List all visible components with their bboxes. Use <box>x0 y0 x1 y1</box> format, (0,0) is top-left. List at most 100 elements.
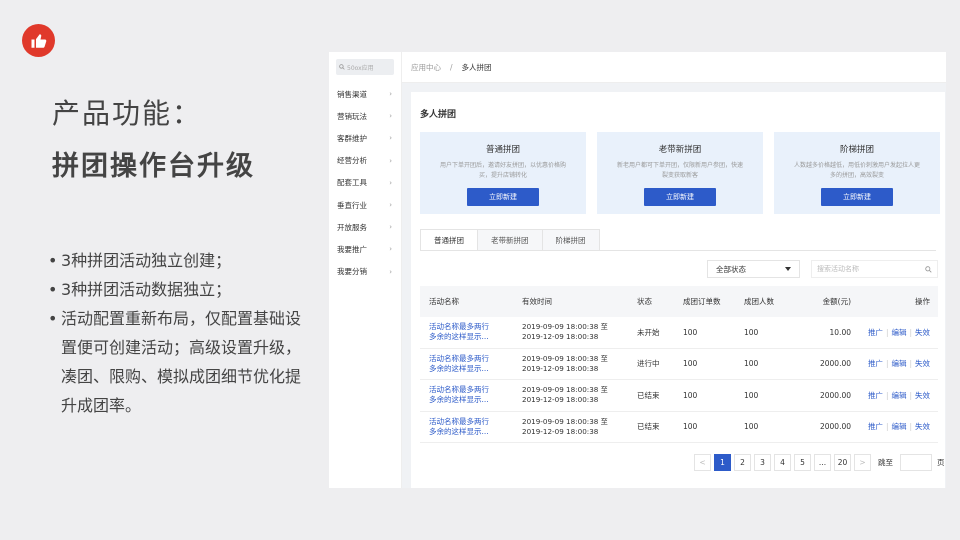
people-cell: 100 <box>744 327 759 337</box>
activity-name-line1: 活动名称最多两行 <box>429 353 489 363</box>
sidebar-item-open-services[interactable]: 开放服务 › <box>329 216 401 238</box>
promote-link[interactable]: 推广 <box>868 390 883 401</box>
feature-bullet: 活动配置重新布局，仅配置基础设置便可创建活动；高级设置升级，凑团、限购、模拟成团… <box>48 304 313 420</box>
page-button[interactable]: 3 <box>754 453 771 471</box>
time-end: 2019-12-09 18:00:38 <box>522 363 599 373</box>
status-select-value: 全部状态 <box>716 264 746 274</box>
activity-search-placeholder: 搜索活动名称 <box>817 265 859 273</box>
chevron-right-icon: › <box>389 112 392 121</box>
sidebar: 50ox应用 销售渠道 › 营销玩法 › 客群维护 › 经营分析 › 配套工具 › 垂直行… <box>329 52 402 488</box>
page-button[interactable]: 2 <box>734 453 751 471</box>
edit-link[interactable]: 编辑 <box>891 358 906 369</box>
jump-label: 跳至 <box>878 457 893 467</box>
header-orders: 成团订单数 <box>683 297 721 306</box>
logo <box>22 24 55 57</box>
breadcrumb-separator: / <box>450 62 453 72</box>
jump-page-input[interactable] <box>900 453 932 471</box>
activity-name-link[interactable]: 活动名称最多两行 多余的这样显示... <box>429 317 519 348</box>
disable-link[interactable]: 失效 <box>915 358 930 369</box>
edit-link[interactable]: 编辑 <box>891 421 906 432</box>
chevron-right-icon: › <box>389 156 392 165</box>
sidebar-item-label: 开放服务 <box>337 222 367 232</box>
status-select[interactable]: 全部状态 <box>707 260 800 278</box>
disable-link[interactable]: 失效 <box>915 421 930 432</box>
orders-cell: 100 <box>683 327 698 337</box>
next-page-button[interactable]: > <box>854 453 871 471</box>
disable-link[interactable]: 失效 <box>915 327 930 338</box>
status-cell: 进行中 <box>637 359 660 369</box>
sidebar-item-label: 销售渠道 <box>337 89 367 99</box>
ops-cell: 推广 | 编辑 | 失效 <box>830 380 930 411</box>
chevron-right-icon: › <box>389 223 392 232</box>
sidebar-item-distribution[interactable]: 我要分销 › <box>329 261 401 283</box>
sidebar-item-analytics[interactable]: 经营分析 › <box>329 150 401 172</box>
slide-subtitle: 拼团操作台升级 <box>52 151 255 182</box>
activity-name-link[interactable]: 活动名称最多两行 多余的这样显示... <box>429 380 519 411</box>
op-separator: | <box>909 359 912 369</box>
tab-old-new-group[interactable]: 老带新拼团 <box>477 229 543 251</box>
valid-time: 2019-09-09 18:00:38 至 2019-12-09 18:00:38 <box>522 380 632 411</box>
tab-tiered-group[interactable]: 阶梯拼团 <box>541 229 600 251</box>
app-search-input[interactable]: 50ox应用 <box>336 59 394 75</box>
op-separator: | <box>885 359 889 369</box>
sidebar-item-marketing[interactable]: 营销玩法 › <box>329 105 401 127</box>
create-tiered-group-button[interactable]: 立即新建 <box>821 188 893 206</box>
card-old-new-group: 老带新拼团 新老用户都可下单开团，仅限新用户参团，快速裂变获取新客 立即新建 <box>597 132 763 214</box>
search-icon <box>925 265 932 273</box>
card-title: 老带新拼团 <box>658 145 702 155</box>
activity-name-line2: 多余的这样显示... <box>429 363 489 373</box>
tab-normal-group[interactable]: 普通拼团 <box>420 229 478 251</box>
page-button[interactable]: 1 <box>714 453 731 471</box>
page-ellipsis[interactable]: ... <box>814 453 831 471</box>
time-end: 2019-12-09 18:00:38 <box>522 332 599 342</box>
sidebar-item-sales-channel[interactable]: 销售渠道 › <box>329 83 401 105</box>
sidebar-item-promote[interactable]: 我要推广 › <box>329 238 401 260</box>
card-normal-group: 普通拼团 用户下单开团后，邀请好友拼团，以优惠价格购买，提升店铺转化 立即新建 <box>420 132 586 214</box>
create-normal-group-button[interactable]: 立即新建 <box>467 188 539 206</box>
activity-name-line2: 多余的这样显示... <box>429 332 489 342</box>
ops-cell: 推广 | 编辑 | 失效 <box>830 317 930 348</box>
page-unit-label: 页 <box>937 457 945 467</box>
feature-list: 3种拼团活动独立创建； 3种拼团活动数据独立； 活动配置重新布局，仅配置基础设置… <box>48 246 313 420</box>
op-separator: | <box>885 390 889 400</box>
sidebar-item-label: 营销玩法 <box>337 111 367 121</box>
sidebar-item-verticals[interactable]: 垂直行业 › <box>329 194 401 216</box>
page-button[interactable]: 20 <box>834 453 851 471</box>
page-button[interactable]: 4 <box>774 453 791 471</box>
people-cell: 100 <box>744 390 759 400</box>
header-status: 状态 <box>637 297 652 306</box>
breadcrumb-app-center[interactable]: 应用中心 <box>411 62 441 73</box>
edit-link[interactable]: 编辑 <box>891 390 906 401</box>
table-row: 活动名称最多两行 多余的这样显示... 2019-09-09 18:00:38 至… <box>420 317 938 349</box>
activity-name-line1: 活动名称最多两行 <box>429 322 489 332</box>
page-button[interactable]: 5 <box>794 453 811 471</box>
sidebar-item-tools[interactable]: 配套工具 › <box>329 172 401 194</box>
sidebar-item-label: 垂直行业 <box>337 200 367 210</box>
promote-link[interactable]: 推广 <box>868 358 883 369</box>
sidebar-item-customers[interactable]: 客群维护 › <box>329 127 401 149</box>
promote-link[interactable]: 推广 <box>868 327 883 338</box>
header-ops: 操作 <box>915 297 930 306</box>
prev-page-button[interactable]: < <box>694 453 711 471</box>
promote-link[interactable]: 推广 <box>868 421 883 432</box>
chevron-right-icon: › <box>389 267 392 276</box>
breadcrumb-current: 多人拼团 <box>461 62 492 72</box>
ops-cell: 推广 | 编辑 | 失效 <box>830 412 930 443</box>
valid-time: 2019-09-09 18:00:38 至 2019-12-09 18:00:38 <box>522 349 632 380</box>
main-content: 多人拼团 普通拼团 用户下单开团后，邀请好友拼团，以优惠价格购买，提升店铺转化 … <box>411 92 945 488</box>
people-cell: 100 <box>744 422 759 432</box>
card-tiered-group: 阶梯拼团 人数越多价格越低，用低价刺激用户发起拉人更多的拼团，高效裂变 立即新建 <box>774 132 940 214</box>
time-start: 2019-09-09 18:00:38 至 <box>522 416 608 426</box>
activity-name-link[interactable]: 活动名称最多两行 多余的这样显示... <box>429 412 519 443</box>
chevron-right-icon: › <box>389 245 392 254</box>
chevron-right-icon: › <box>389 90 392 99</box>
activity-name-link[interactable]: 活动名称最多两行 多余的这样显示... <box>429 349 519 380</box>
activity-name-line1: 活动名称最多两行 <box>429 385 489 395</box>
activity-search-input[interactable]: 搜索活动名称 <box>811 260 938 278</box>
create-old-new-group-button[interactable]: 立即新建 <box>644 188 716 206</box>
table-row: 活动名称最多两行 多余的这样显示... 2019-09-09 18:00:38 至… <box>420 349 938 380</box>
header-people: 成团人数 <box>744 297 774 306</box>
disable-link[interactable]: 失效 <box>915 390 930 401</box>
op-separator: | <box>909 327 912 337</box>
edit-link[interactable]: 编辑 <box>891 327 906 338</box>
